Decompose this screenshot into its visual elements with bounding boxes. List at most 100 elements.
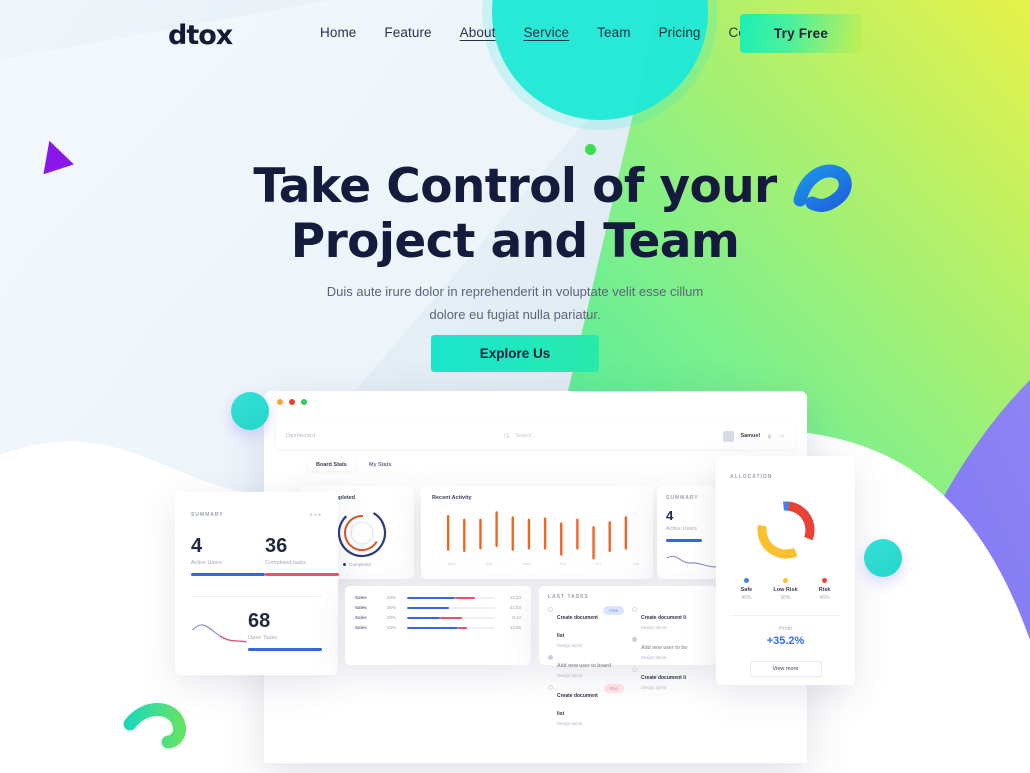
status-badge: Free (603, 606, 624, 615)
recent-activity-bar-chart: Mon Tue Wed Thu Fri Sat (446, 511, 640, 566)
window-minimize-icon[interactable] (277, 399, 283, 405)
table-cell-time: 21:03 (509, 605, 521, 610)
task-checkbox[interactable] (632, 607, 637, 612)
summary-stat-label: Open Tasks (248, 635, 277, 641)
user-name[interactable]: Samuel (740, 433, 760, 439)
list-item[interactable]: Create document list Design Sprint Plan (548, 684, 624, 726)
table-row: Sales 25% 21:03 (355, 605, 521, 610)
tab-board-stats[interactable]: Board Stats (308, 459, 355, 471)
task-subtitle: Design Sprint (641, 655, 667, 660)
table-cell-label: Sales (355, 625, 367, 630)
table-cell-time: 12:34 (509, 595, 521, 600)
cyan-circle-decor-right-icon (864, 539, 902, 577)
table-cell-pct: 20% (387, 625, 397, 630)
hero-title-line-2: Project and Team (290, 213, 740, 269)
activity-x-label: Wed (522, 561, 530, 566)
brand-logo[interactable]: dtox (168, 20, 233, 51)
avatar (723, 430, 735, 442)
table-cell-label: Sales (355, 595, 367, 600)
search-icon[interactable] (503, 433, 510, 439)
main-navigation: dtox Home Feature About Service Team Pri… (0, 0, 1030, 68)
profit-value: +35.2% (766, 635, 805, 647)
table-cell-pct: 20% (387, 615, 397, 620)
table-row: Sales 20% 8:14 (355, 615, 521, 620)
hero-subtitle-line-2: dolore eu fugiat nulla pariatur. (429, 306, 601, 322)
summary-sparkline (192, 624, 247, 643)
task-title: Create document list (557, 615, 598, 639)
list-item[interactable]: Create document list Design Sprint Free (548, 606, 624, 648)
legend-dot-completed-icon (343, 563, 347, 566)
window-titlebar (264, 391, 807, 413)
legend-pct: 45% (741, 595, 752, 601)
table-cell-time: 8:14 (512, 615, 521, 620)
summary-divider (191, 596, 322, 597)
allocation-title: ALLOCATION (730, 474, 773, 480)
task-checkbox[interactable] (548, 607, 553, 612)
explore-us-button[interactable]: Explore Us (431, 335, 599, 372)
stats-table-card: Sales 20% 12:34 Sales 25% 21:03 Sales 20% 8:14 Sa… (345, 586, 531, 665)
nav-link-pricing[interactable]: Pricing (659, 25, 701, 40)
progress-bar (407, 616, 495, 619)
task-title: Add new user to board (557, 663, 612, 669)
summary-stat-value: 68 (248, 610, 271, 632)
legend-name: Risk (818, 587, 831, 593)
profit-label: Profit (779, 626, 792, 632)
summary-stat-value: 4 (191, 535, 203, 557)
tab-my-stats[interactable]: My Stats (361, 459, 400, 471)
activity-x-label: Mon (448, 561, 456, 566)
task-subtitle: Design Sprint (557, 673, 583, 678)
status-badge: Plan (603, 684, 624, 693)
legend-dot-low-risk-icon (782, 578, 788, 583)
table-cell-label: Sales (355, 615, 367, 620)
task-checkbox[interactable] (548, 655, 553, 660)
recent-activity-title: Recent Activity (432, 495, 472, 501)
nav-link-feature[interactable]: Feature (384, 25, 431, 40)
task-title: Add new user to bo (641, 645, 688, 651)
chevron-down-icon[interactable] (779, 434, 785, 438)
settings-icon[interactable] (766, 432, 773, 440)
progress-bar (407, 626, 495, 629)
legend-item-risk: Risk 45% (818, 578, 831, 601)
table-cell-time: 13:26 (509, 625, 521, 630)
nav-links: Home Feature About Service Team Pricing … (320, 25, 776, 40)
activity-x-label: Thu (559, 561, 566, 566)
table-row: Sales 20% 12:34 (355, 595, 521, 600)
dashboard-topbar: Dashboard Search... Samuel (276, 423, 795, 449)
list-item[interactable]: Add new user to board Design Sprint (548, 654, 624, 678)
task-title: Create document li (641, 675, 687, 681)
summary-stat-active-users: 4 Active Users (191, 536, 265, 576)
tasks-legend-label: Completed (349, 562, 371, 567)
window-close-icon[interactable] (289, 399, 295, 405)
nav-link-home[interactable]: Home (320, 25, 356, 40)
view-more-button[interactable]: View more (749, 661, 822, 677)
list-item[interactable]: Add new user to bo Design Sprint (632, 636, 708, 660)
nav-link-service[interactable]: Service (523, 25, 569, 40)
nav-link-team[interactable]: Team (597, 25, 630, 40)
dashboard-title: Dashboard (286, 433, 316, 439)
legend-dot-safe-icon (743, 578, 749, 583)
task-checkbox[interactable] (548, 685, 553, 690)
task-title: Create document li (641, 615, 687, 621)
table-row: Sales 20% 13:26 (355, 625, 521, 630)
task-checkbox[interactable] (632, 637, 637, 642)
summary-stat-value: 36 (265, 535, 288, 557)
activity-x-label: Tue (485, 561, 493, 566)
task-subtitle: Design Sprint (557, 643, 583, 648)
allocation-card: ALLOCATION Safe 45% Low Risk 30% Risk 45… (716, 456, 855, 685)
try-free-button[interactable]: Try Free (740, 14, 862, 53)
last-tasks-card: LAST TASKS Create document list Design Sp… (539, 586, 717, 726)
list-item[interactable]: Create document li Design Sprint (632, 606, 708, 630)
legend-pct: 45% (819, 595, 830, 601)
nav-link-about[interactable]: About (460, 25, 496, 40)
table-cell-label: Sales (355, 605, 367, 610)
task-subtitle: Design Sprint (641, 625, 667, 630)
window-maximize-icon[interactable] (301, 399, 307, 405)
green-dot-decor-icon (585, 144, 596, 155)
summary-more-icon[interactable]: ••• (310, 510, 322, 520)
summary-stat-open-tasks: 68 Open Tasks (248, 611, 322, 651)
task-checkbox[interactable] (632, 667, 637, 672)
search-input[interactable]: Search... (516, 433, 536, 439)
list-item[interactable]: Create document li Design Sprint (632, 666, 708, 690)
summary-stats-grid: 4 Active Users 36 Completed tasks (191, 536, 339, 576)
last-tasks-left-column: Create document list Design Sprint Free Add… (548, 606, 624, 732)
